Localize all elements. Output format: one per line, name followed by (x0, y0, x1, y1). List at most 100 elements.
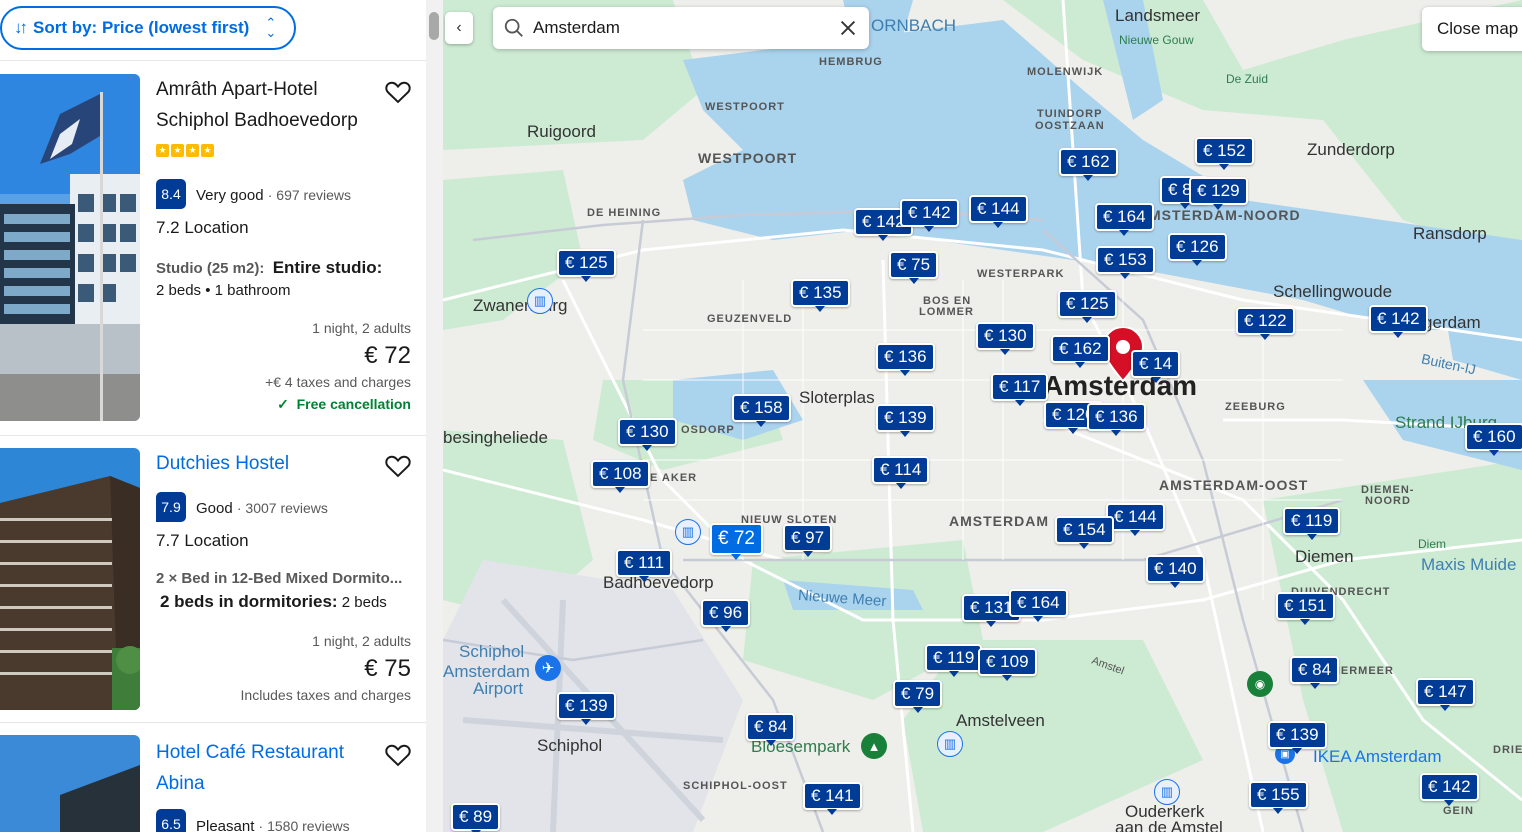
price-pin[interactable]: € 119 (925, 644, 983, 677)
price: € 72 (364, 342, 411, 369)
review-count: · 3007 reviews (236, 500, 328, 516)
property-photo[interactable] (0, 448, 140, 710)
stay-length: 1 night, 2 adults (312, 633, 411, 649)
review-count: · 697 reviews (267, 187, 351, 203)
property-card[interactable]: Dutchies Hostel 7.9 Good · 3007 reviews … (0, 436, 426, 723)
price-pin[interactable]: € 142 (900, 199, 959, 232)
price-pin-selected[interactable]: € 72 (710, 523, 763, 560)
price-pin[interactable]: € 125 (557, 249, 616, 282)
map-search-input[interactable] (533, 18, 813, 38)
scrollbar[interactable] (426, 0, 443, 832)
price-pin[interactable]: € 164 (1009, 589, 1068, 622)
price-pin[interactable]: € 139 (557, 692, 616, 725)
price-pin[interactable]: € 130 (976, 322, 1035, 355)
price-pin[interactable]: € 144 (969, 195, 1028, 228)
taxes: Includes taxes and charges (240, 687, 411, 703)
price-pin[interactable]: € 162 (1059, 148, 1118, 181)
price-pin[interactable]: € 147 (1416, 678, 1475, 711)
price-pin[interactable]: € 84 (1290, 656, 1340, 689)
map-label: HEMBRUG (819, 56, 883, 68)
price-pin[interactable]: € 144 (1106, 503, 1165, 536)
airport-icon[interactable]: ✈ (535, 655, 561, 681)
price-pin[interactable]: € 79 (893, 680, 943, 713)
price-pin[interactable]: € 109 (978, 648, 1037, 681)
map-label: Ransdorp (1413, 224, 1487, 243)
price-pin[interactable]: € 126 (1168, 233, 1227, 266)
price-pin[interactable]: € 139 (1268, 721, 1327, 754)
map-label: De Zuid (1226, 72, 1269, 86)
price-pin[interactable]: € 140 (1146, 555, 1205, 588)
price-pin[interactable]: € 75 (889, 251, 939, 284)
price-pin[interactable]: € 119 (1283, 507, 1341, 540)
room-type-label: 2 × Bed in 12-Bed Mixed Dormito... (156, 570, 403, 587)
price-pin[interactable]: € 139 (876, 404, 935, 437)
property-name[interactable]: Dutchies Hostel (156, 448, 376, 479)
hotel-poi-icon[interactable]: ▥ (527, 288, 553, 314)
price-pin[interactable]: € 162 (1051, 335, 1110, 368)
location-score: 7.2 Location (156, 218, 249, 237)
close-map-button[interactable]: Close map (1422, 7, 1522, 51)
price-pin[interactable]: € 111 (616, 549, 673, 582)
price-pin[interactable]: € 97 (783, 524, 833, 557)
close-icon[interactable] (837, 17, 859, 39)
price-pin[interactable]: € 130 (618, 418, 677, 451)
price-pin[interactable]: € 160 (1465, 423, 1522, 456)
price-pin[interactable]: € 114 (872, 456, 930, 489)
heart-icon[interactable] (384, 452, 412, 480)
price-pin[interactable]: € 158 (732, 394, 791, 427)
price-pin[interactable]: € 108 (591, 460, 650, 493)
price-pin[interactable]: € 122 (1236, 307, 1295, 340)
map-label: SCHIPHOL-OOST (683, 780, 788, 792)
star-icon: ★ (201, 144, 214, 157)
sort-label: Sort by: Price (lowest first) (33, 18, 250, 37)
price-pin[interactable]: € 142 (1420, 773, 1479, 806)
price-pin[interactable]: € 136 (1087, 403, 1146, 436)
price-pin[interactable]: € 154 (1055, 516, 1114, 549)
heart-icon[interactable] (384, 741, 412, 769)
stay-length: 1 night, 2 adults (312, 320, 411, 336)
free-cancellation: ✓ Free cancellation (265, 396, 411, 413)
price-pin[interactable]: € 151 (1276, 592, 1335, 625)
price-pin[interactable]: € 155 (1249, 781, 1308, 814)
heart-icon[interactable] (384, 78, 412, 106)
price-pin[interactable]: € 135 (791, 279, 850, 312)
price-pin[interactable]: € 125 (1058, 290, 1117, 323)
hotel-poi-icon[interactable]: ▥ (937, 731, 963, 757)
map-label: NOORD (1365, 495, 1411, 507)
map-search-box[interactable] (493, 7, 869, 49)
attraction-icon[interactable]: ◉ (1247, 671, 1273, 697)
price-pin[interactable]: € 14 (1131, 350, 1181, 383)
property-name[interactable]: Amrâth Apart-Hotel Schiphol Badhoevedorp (156, 74, 376, 136)
map-label: Amstelveen (956, 711, 1045, 730)
sort-button[interactable]: ↓↑ Sort by: Price (lowest first) ⌃ ⌄ (0, 6, 296, 50)
property-name[interactable]: Hotel Café Restaurant Abina (156, 737, 386, 799)
collapse-list-button[interactable]: ‹ (445, 12, 473, 44)
map[interactable]: Landsmeer Nieuwe Gouw De Zuid HEMBRUG MO… (443, 0, 1522, 832)
room-type: Studio (25 m2): Entire studio: (156, 258, 382, 278)
property-card[interactable]: Hotel Café Restaurant Abina 6.5 Pleasant… (0, 723, 426, 832)
hotel-poi-icon[interactable]: ▥ (1154, 779, 1180, 805)
price-pin[interactable]: € 164 (1095, 203, 1154, 236)
property-photo[interactable] (0, 74, 140, 421)
price-pin[interactable]: € 136 (876, 343, 935, 376)
park-icon[interactable]: ▲ (861, 733, 887, 759)
property-photo[interactable] (0, 735, 140, 832)
price-pin[interactable]: € 142 (1369, 305, 1428, 338)
price-pin[interactable]: € 129 (1189, 177, 1248, 210)
price-pin[interactable]: € 84 (746, 713, 796, 746)
review-score: 7.9 (156, 492, 186, 522)
map-label: OSDORP (681, 424, 735, 436)
map-label: Schiphol (537, 736, 603, 755)
review-count: · 1580 reviews (258, 818, 350, 832)
scrollbar-thumb[interactable] (429, 12, 439, 40)
price-pin[interactable]: € 89 (451, 803, 501, 832)
price-pin[interactable]: € 96 (701, 599, 751, 632)
chevron-up-down-icon: ⌃ ⌄ (265, 15, 277, 40)
property-card[interactable]: Amrâth Apart-Hotel Schiphol Badhoevedorp… (0, 62, 426, 436)
price-pin[interactable]: € 117 (991, 373, 1049, 406)
hotel-poi-icon[interactable]: ▥ (675, 519, 701, 545)
price-pin[interactable]: € 141 (803, 782, 862, 815)
price-pin[interactable]: € 152 (1195, 137, 1254, 170)
price-pin[interactable]: € 153 (1096, 246, 1155, 279)
divider (0, 60, 426, 61)
